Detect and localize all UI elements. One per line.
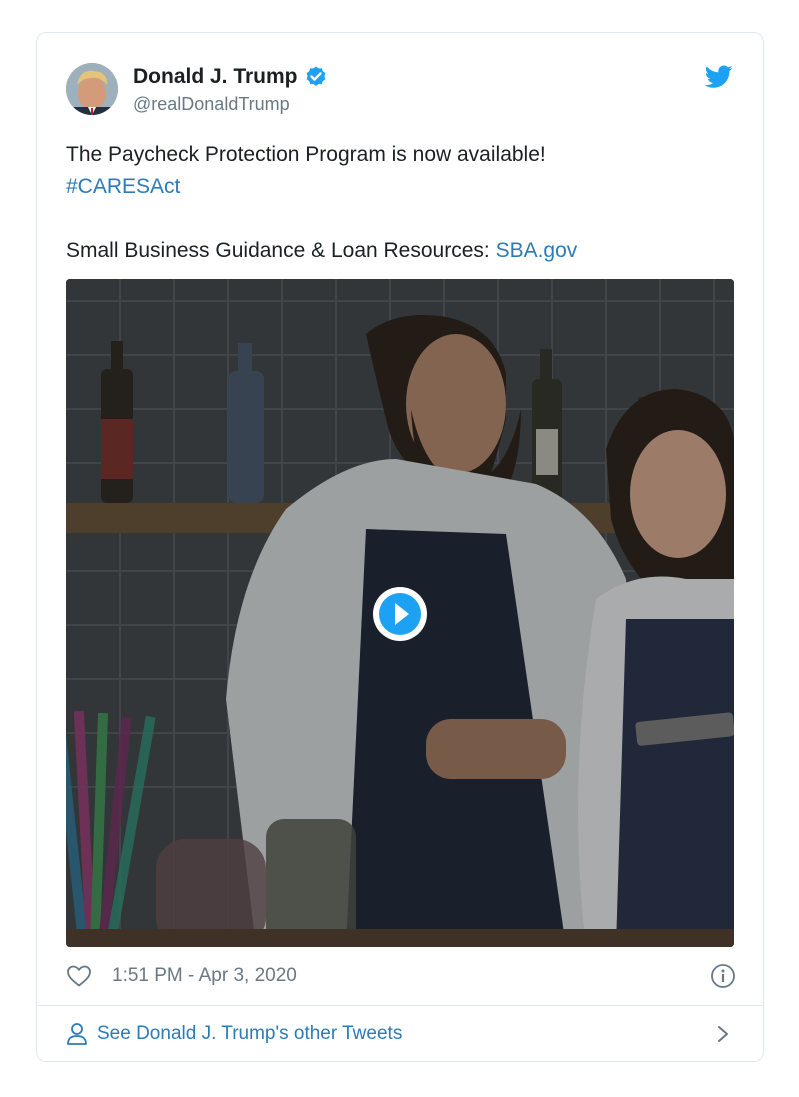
info-icon[interactable] (710, 963, 736, 989)
see-other-tweets-link[interactable]: See Donald J. Trump's other Tweets (66, 1019, 736, 1049)
verified-badge-icon (306, 66, 325, 86)
hashtag-link[interactable]: #CARESAct (66, 175, 180, 198)
divider (37, 1005, 763, 1006)
author-row[interactable]: Donald J. Trump (133, 65, 328, 89)
avatar[interactable] (66, 63, 118, 115)
tweet-text: The Paycheck Protection Program is now a… (66, 139, 736, 267)
embedded-tweet-card: Donald J. Trump @realDonaldTrump The Pay… (36, 32, 764, 1062)
tweet-meta: 1:51 PM - Apr 3, 2020 (66, 961, 736, 991)
chevron-right-icon[interactable] (716, 1024, 730, 1044)
play-icon[interactable] (371, 585, 429, 643)
person-icon (67, 1023, 87, 1045)
resources-label: Small Business Guidance & Loan Resources… (66, 239, 496, 262)
author-name[interactable]: Donald J. Trump (133, 65, 298, 89)
heart-icon[interactable] (66, 964, 92, 988)
twitter-bird-icon[interactable] (705, 65, 733, 89)
author-handle[interactable]: @realDonaldTrump (133, 94, 290, 115)
tweet-line-1: The Paycheck Protection Program is now a… (66, 143, 546, 166)
timestamp-link[interactable]: 1:51 PM - Apr 3, 2020 (112, 965, 297, 987)
tweet-line-3: Small Business Guidance & Loan Resources… (66, 235, 736, 267)
see-other-tweets-label[interactable]: See Donald J. Trump's other Tweets (97, 1023, 402, 1045)
video-player[interactable] (66, 279, 734, 947)
sba-link[interactable]: SBA.gov (496, 239, 578, 262)
